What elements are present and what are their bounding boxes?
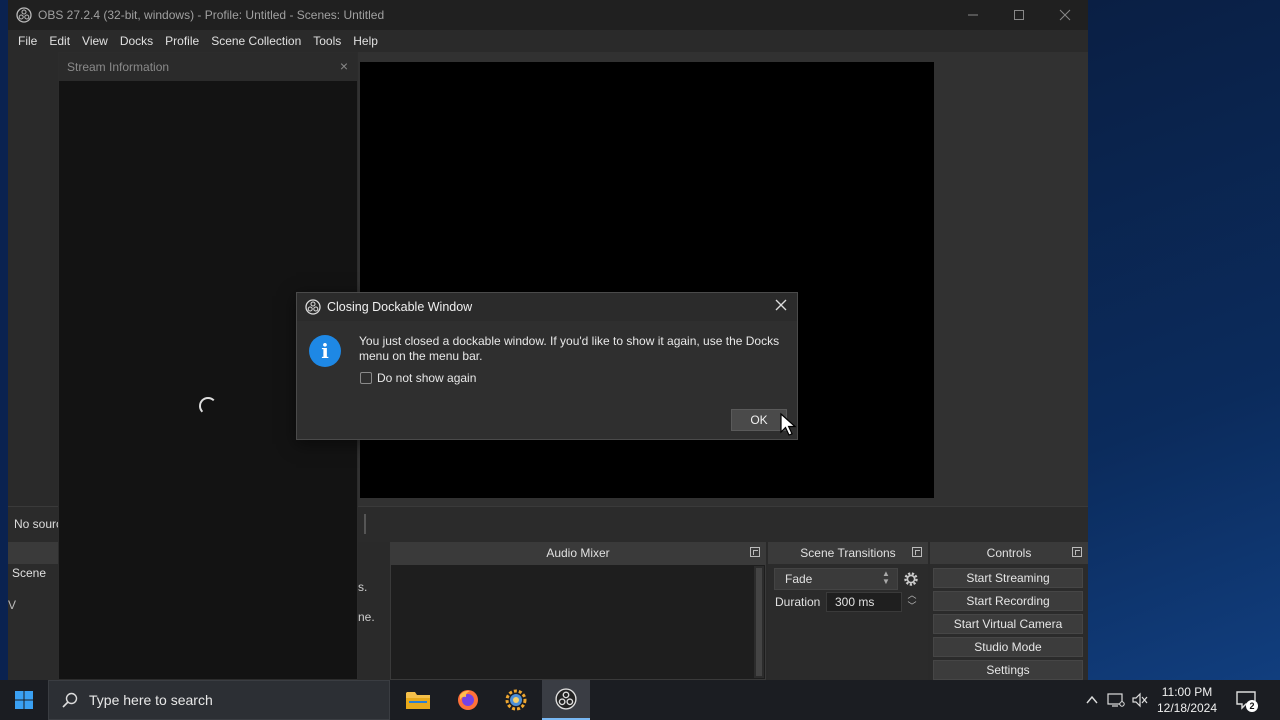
scene-header-label: Scene: [12, 566, 47, 580]
obs-logo-icon: [305, 299, 321, 315]
duration-label: Duration: [775, 595, 821, 609]
closing-dockable-window-dialog: Closing Dockable Window i You just close…: [296, 292, 798, 440]
loading-spinner-icon: [199, 397, 217, 415]
float-dock-icon[interactable]: [1072, 547, 1082, 557]
scene-transitions-title: Scene Transitions: [800, 546, 896, 560]
maximize-icon: [1014, 10, 1024, 20]
start-virtual-camera-button[interactable]: Start Virtual Camera: [933, 614, 1083, 634]
no-source-label: No sourc: [14, 517, 63, 531]
close-icon: [775, 299, 787, 311]
menu-view[interactable]: View: [76, 30, 114, 52]
scene-text-fragment: s.: [358, 580, 368, 594]
scrollbar-thumb[interactable]: [756, 568, 762, 676]
folder-icon: [406, 692, 430, 709]
dialog-titlebar[interactable]: Closing Dockable Window: [297, 293, 797, 321]
do-not-show-again-label[interactable]: Do not show again: [377, 371, 476, 385]
menu-scene-collection[interactable]: Scene Collection: [205, 30, 307, 52]
dialog-close-button[interactable]: [773, 298, 789, 314]
menu-docks[interactable]: Docks: [114, 30, 159, 52]
chevron-up-icon: [1086, 695, 1098, 704]
toolbar-handle[interactable]: [364, 514, 366, 534]
start-button[interactable]: [0, 680, 48, 720]
obs-logo-icon: [16, 7, 32, 23]
network-tray-button[interactable]: [1106, 690, 1126, 710]
close-icon: [1059, 9, 1071, 21]
app-taskbar-button[interactable]: [492, 680, 540, 720]
network-icon: [1107, 693, 1125, 707]
window-title: OBS 27.2.4 (32-bit, windows) - Profile: …: [38, 8, 385, 22]
minimize-icon: [968, 14, 978, 16]
close-window-button[interactable]: [1042, 0, 1088, 30]
left-edge-text: V: [8, 598, 17, 612]
float-dock-icon[interactable]: [750, 547, 760, 557]
clock-date: 12/18/2024: [1156, 701, 1218, 715]
firefox-icon: [458, 690, 478, 710]
obs-taskbar-button[interactable]: [542, 680, 590, 720]
maximize-button[interactable]: [996, 0, 1042, 30]
volume-muted-icon: [1132, 692, 1148, 708]
show-hidden-icons-button[interactable]: [1082, 690, 1102, 710]
settings-button[interactable]: Settings: [933, 660, 1083, 680]
sun-gear-icon: [505, 689, 527, 711]
menu-edit[interactable]: Edit: [43, 30, 76, 52]
start-streaming-button[interactable]: Start Streaming: [933, 568, 1083, 588]
stream-information-close-button[interactable]: ×: [337, 59, 351, 73]
audio-mixer-panel: [390, 564, 766, 680]
clock-time: 11:00 PM: [1161, 685, 1213, 699]
menu-help[interactable]: Help: [347, 30, 384, 52]
duration-input[interactable]: 300 ms: [826, 592, 902, 612]
desktop-background-left: [0, 0, 8, 680]
search-placeholder: Type here to search: [89, 692, 213, 708]
do-not-show-again-checkbox[interactable]: [360, 372, 372, 384]
taskbar-search-box[interactable]: Type here to search: [48, 680, 390, 720]
transition-select-arrows-icon[interactable]: ▲ ▼: [880, 570, 892, 586]
file-explorer-taskbar-button[interactable]: [394, 680, 442, 720]
audio-mixer-title: Audio Mixer: [546, 546, 610, 560]
menu-file[interactable]: File: [12, 30, 43, 52]
windows-logo-icon: [15, 691, 33, 709]
stream-information-title: Stream Information: [67, 60, 170, 74]
studio-mode-button[interactable]: Studio Mode: [933, 637, 1083, 657]
taskbar-clock[interactable]: 11:00 PM 12/18/2024: [1152, 684, 1222, 716]
transition-settings-button[interactable]: [900, 568, 922, 590]
gear-icon: [904, 572, 918, 586]
menu-profile[interactable]: Profile: [159, 30, 205, 52]
start-recording-button[interactable]: Start Recording: [933, 591, 1083, 611]
audio-mixer-header: Audio Mixer: [390, 542, 766, 564]
scene-text-fragment: ne.: [358, 610, 375, 624]
menu-tools[interactable]: Tools: [307, 30, 347, 52]
scene-transitions-header: Scene Transitions: [768, 542, 928, 564]
info-icon: i: [309, 335, 341, 367]
mouse-cursor-icon: [780, 412, 797, 436]
minimize-button[interactable]: [950, 0, 996, 30]
float-dock-icon[interactable]: [912, 547, 922, 557]
controls-title: Controls: [986, 546, 1032, 560]
notification-count-badge: 2: [1246, 700, 1258, 712]
window-titlebar[interactable]: OBS 27.2.4 (32-bit, windows) - Profile: …: [8, 0, 1088, 30]
menu-bar: File Edit View Docks Profile Scene Colle…: [8, 30, 1088, 52]
taskbar: Type here to search 11:00 PM 12/18/2024 …: [0, 680, 1280, 720]
controls-header: Controls: [930, 542, 1088, 564]
dialog-title: Closing Dockable Window: [327, 300, 473, 314]
dialog-message: You just closed a dockable window. If yo…: [359, 334, 780, 363]
stream-information-header[interactable]: Stream Information: [59, 53, 357, 81]
duration-stepper-icon[interactable]: ︿ ﹀: [904, 590, 920, 614]
desktop-background-right: [1088, 0, 1280, 680]
obs-logo-icon: [555, 688, 577, 710]
firefox-taskbar-button[interactable]: [444, 680, 492, 720]
volume-tray-button[interactable]: [1130, 690, 1150, 710]
search-icon: [62, 692, 78, 708]
